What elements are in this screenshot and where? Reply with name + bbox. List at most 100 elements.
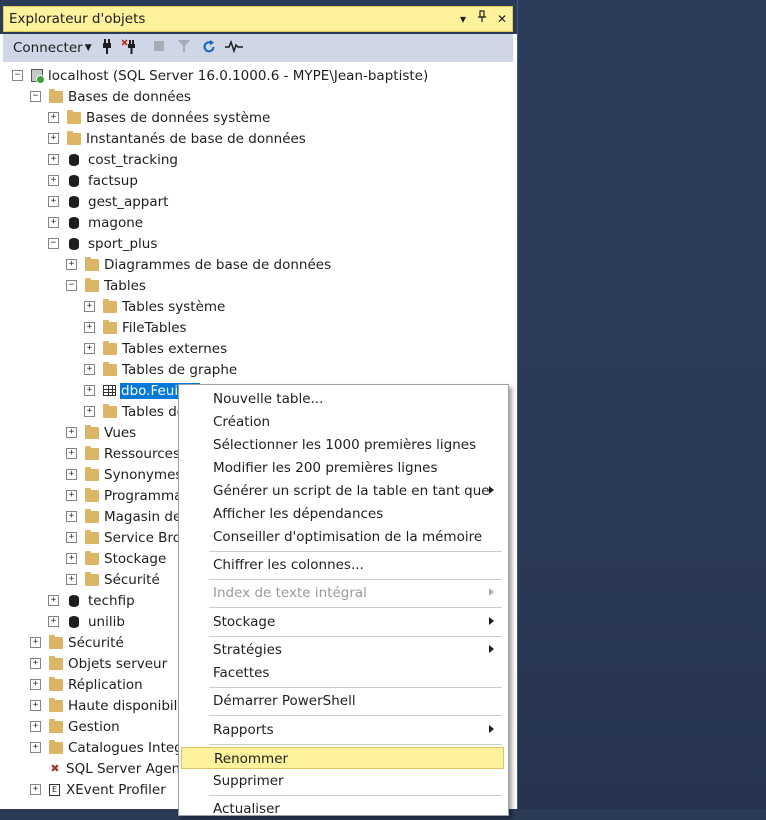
- connect-plug-icon[interactable]: [98, 39, 116, 57]
- folder-icon: [85, 529, 99, 544]
- expand-icon[interactable]: +: [84, 343, 95, 354]
- tree-node-external-tables[interactable]: + Tables externes: [84, 338, 227, 359]
- expand-icon[interactable]: +: [84, 364, 95, 375]
- expand-icon[interactable]: +: [30, 742, 41, 753]
- tree-node-db-factsup[interactable]: + factsup: [48, 170, 138, 191]
- expand-icon[interactable]: +: [48, 154, 59, 165]
- menu-item-memory-advisor[interactable]: Conseiller d'optimisation de la mémoire: [181, 526, 504, 548]
- pin-icon[interactable]: [474, 10, 490, 28]
- expand-icon[interactable]: +: [30, 658, 41, 669]
- filter-icon[interactable]: [175, 39, 193, 57]
- tree-node-views[interactable]: + Vues: [66, 422, 136, 443]
- tree-node-xevent-profiler[interactable]: + E XEvent Profiler: [30, 779, 166, 800]
- expand-icon[interactable]: +: [66, 259, 77, 270]
- tree-node-db-techfip[interactable]: + techfip: [48, 590, 135, 611]
- tree-node-service-broker[interactable]: + Service Brok: [66, 527, 189, 548]
- tree-node-high-availability[interactable]: + Haute disponibilit: [30, 695, 186, 716]
- collapse-icon[interactable]: −: [30, 91, 41, 102]
- expand-icon[interactable]: +: [66, 532, 77, 543]
- expand-icon[interactable]: +: [66, 448, 77, 459]
- expand-icon[interactable]: +: [48, 595, 59, 606]
- expand-icon[interactable]: +: [84, 301, 95, 312]
- expand-icon[interactable]: +: [30, 679, 41, 690]
- expand-icon[interactable]: +: [66, 427, 77, 438]
- server-icon: [31, 69, 45, 84]
- menu-item-refresh[interactable]: Actualiser: [181, 798, 504, 820]
- tree-node-replication[interactable]: + Réplication: [30, 674, 143, 695]
- menu-item-edit-top-200[interactable]: Modifier les 200 premières lignes: [181, 457, 504, 479]
- dropdown-icon[interactable]: ▾: [455, 10, 471, 28]
- tree-node-system-databases[interactable]: + Bases de données système: [48, 107, 270, 128]
- activity-monitor-icon[interactable]: [225, 39, 243, 57]
- refresh-icon[interactable]: [200, 39, 218, 57]
- tree-node-graph-tables[interactable]: + Tables de graphe: [84, 359, 237, 380]
- tree-node-diagrams[interactable]: + Diagrammes de base de données: [66, 254, 331, 275]
- expand-icon[interactable]: +: [84, 322, 95, 333]
- expand-icon[interactable]: +: [30, 700, 41, 711]
- expand-icon[interactable]: +: [48, 616, 59, 627]
- tree-node-storage[interactable]: + Stockage: [66, 548, 166, 569]
- menu-item-policies[interactable]: Stratégies: [181, 639, 504, 661]
- tree-node-integration-catalogs[interactable]: + Catalogues Integr: [30, 737, 188, 758]
- tree-node-management[interactable]: + Gestion: [30, 716, 120, 737]
- expand-icon[interactable]: +: [30, 784, 41, 795]
- expand-icon[interactable]: +: [66, 490, 77, 501]
- menu-item-rename[interactable]: Renommer: [181, 747, 504, 769]
- tree-node-resources[interactable]: + Ressources e: [66, 443, 193, 464]
- collapse-icon[interactable]: −: [66, 280, 77, 291]
- expand-icon[interactable]: +: [48, 217, 59, 228]
- expand-icon[interactable]: +: [48, 133, 59, 144]
- expand-icon[interactable]: +: [66, 511, 77, 522]
- menu-item-new-table[interactable]: Nouvelle table...: [181, 388, 504, 410]
- tree-node-system-tables[interactable]: + Tables système: [84, 296, 225, 317]
- tree-node-snapshots[interactable]: + Instantanés de base de données: [48, 128, 306, 149]
- connect-button[interactable]: Connecter ▼: [13, 40, 92, 56]
- menu-item-script-table-as[interactable]: Générer un script de la table en tant qu…: [181, 480, 504, 502]
- expand-icon[interactable]: +: [48, 196, 59, 207]
- tree-node-db-magone[interactable]: + magone: [48, 212, 143, 233]
- menu-item-fulltext-index[interactable]: Index de texte intégral: [181, 582, 504, 604]
- menu-item-storage[interactable]: Stockage: [181, 611, 504, 633]
- tree-node-db-security[interactable]: + Sécurité: [66, 569, 160, 590]
- tree-node-db-unilib[interactable]: + unilib: [48, 611, 125, 632]
- folder-icon: [85, 424, 99, 439]
- database-icon: [69, 216, 79, 229]
- tree-node-server-objects[interactable]: + Objets serveur: [30, 653, 167, 674]
- expand-icon[interactable]: +: [30, 721, 41, 732]
- panel-titlebar: Explorateur d'objets ▾ ✕: [0, 0, 517, 34]
- expand-icon[interactable]: +: [84, 406, 95, 417]
- expand-icon[interactable]: +: [84, 385, 95, 396]
- expand-icon[interactable]: +: [30, 637, 41, 648]
- tree-node-db-cost-tracking[interactable]: + cost_tracking: [48, 149, 178, 170]
- tree-node-db-gest-appart[interactable]: + gest_appart: [48, 191, 168, 212]
- tree-node-security[interactable]: + Sécurité: [30, 632, 124, 653]
- menu-item-facets[interactable]: Facettes: [181, 662, 504, 684]
- tree-node-synonyms[interactable]: + Synonymes: [66, 464, 182, 485]
- tree-node-query-store[interactable]: + Magasin des: [66, 506, 188, 527]
- expand-icon[interactable]: +: [48, 112, 59, 123]
- menu-item-reports[interactable]: Rapports: [181, 719, 504, 741]
- tree-node-databases[interactable]: − Bases de données: [30, 86, 191, 107]
- close-icon[interactable]: ✕: [494, 10, 510, 28]
- expand-icon[interactable]: +: [66, 553, 77, 564]
- tree-node-tables[interactable]: − Tables: [66, 275, 146, 296]
- menu-item-start-powershell[interactable]: Démarrer PowerShell: [181, 690, 504, 712]
- tree-node-other-tables[interactable]: + Tables de: [84, 401, 185, 422]
- menu-item-select-top-1000[interactable]: Sélectionner les 1000 premières lignes: [181, 434, 504, 456]
- menu-item-encrypt-columns[interactable]: Chiffrer les colonnes...: [181, 554, 504, 576]
- collapse-icon[interactable]: −: [48, 238, 59, 249]
- tree-node-server[interactable]: − localhost (SQL Server 16.0.1000.6 - MY…: [12, 65, 428, 86]
- menu-item-design[interactable]: Création: [181, 411, 504, 433]
- disconnect-icon[interactable]: [121, 39, 140, 57]
- tree-node-programmability[interactable]: + Programmal: [66, 485, 186, 506]
- menu-item-view-dependencies[interactable]: Afficher les dépendances: [181, 503, 504, 525]
- menu-item-delete[interactable]: Supprimer: [181, 770, 504, 792]
- expand-icon[interactable]: +: [48, 175, 59, 186]
- tree-node-sql-agent[interactable]: ✖ SQL Server Agent: [48, 758, 185, 779]
- expand-icon[interactable]: +: [66, 574, 77, 585]
- tree-node-db-sport-plus[interactable]: − sport_plus: [48, 233, 157, 254]
- stop-icon[interactable]: [150, 39, 168, 57]
- expand-icon[interactable]: +: [66, 469, 77, 480]
- tree-node-filetables[interactable]: + FileTables: [84, 317, 187, 338]
- collapse-icon[interactable]: −: [12, 70, 23, 81]
